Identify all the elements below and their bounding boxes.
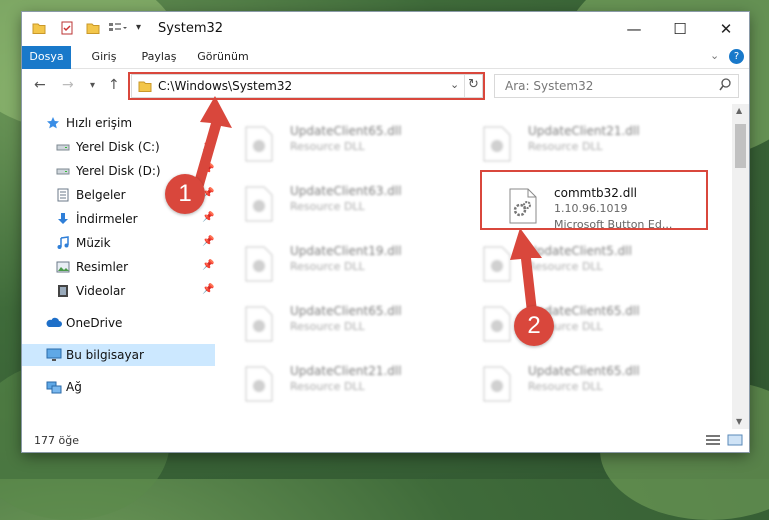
back-button[interactable]: ← bbox=[34, 77, 46, 93]
cloud-icon bbox=[46, 316, 62, 330]
pin-icon: 📌 bbox=[202, 260, 215, 271]
sidebar-item-label: Hızlı erişim bbox=[66, 116, 133, 130]
tab-home[interactable]: Giriş bbox=[82, 46, 126, 68]
vertical-scrollbar[interactable]: ▲ ▼ bbox=[732, 104, 749, 429]
recent-locations-button[interactable]: ▾ bbox=[90, 80, 95, 91]
network-icon bbox=[46, 380, 62, 394]
file-highlight bbox=[480, 170, 708, 230]
scroll-up-icon[interactable]: ▲ bbox=[736, 106, 742, 115]
sidebar-item-music[interactable]: Müzik 📌 bbox=[22, 232, 215, 254]
sidebar-item-network[interactable]: Ağ bbox=[22, 376, 215, 398]
sidebar-item-label: OneDrive bbox=[66, 316, 123, 330]
dll-file-icon bbox=[244, 306, 274, 342]
details-view-icon[interactable] bbox=[705, 434, 721, 449]
file-type: Resource DLL bbox=[290, 200, 365, 213]
dll-file-icon bbox=[244, 366, 274, 402]
sidebar-item-label: Bu bilgisayar bbox=[66, 348, 144, 362]
up-button[interactable]: ↑ bbox=[108, 77, 120, 93]
scroll-down-icon[interactable]: ▼ bbox=[736, 417, 742, 426]
customize-toolbar-icon[interactable]: ▾ bbox=[136, 22, 150, 36]
file-type: Resource DLL bbox=[290, 320, 365, 333]
sidebar-item-pictures[interactable]: Resimler 📌 bbox=[22, 256, 215, 278]
properties-icon[interactable] bbox=[60, 21, 74, 35]
sidebar-item-label: Belgeler bbox=[76, 188, 126, 202]
file-name: UpdateClient21.dll bbox=[290, 364, 402, 378]
file-type: Resource DLL bbox=[290, 140, 365, 153]
list-item[interactable]: UpdateClient65.dll Resource DLL bbox=[244, 302, 464, 350]
list-item[interactable]: UpdateClient19.dll Resource DLL bbox=[244, 242, 464, 290]
list-item[interactable]: UpdateClient65.dll Resource DLL bbox=[482, 362, 702, 410]
tab-share[interactable]: Paylaş bbox=[134, 46, 184, 68]
music-icon bbox=[56, 236, 70, 250]
computer-icon bbox=[46, 348, 62, 362]
view-options-icon[interactable] bbox=[108, 21, 127, 35]
list-item[interactable]: UpdateClient65.dll Resource DLL bbox=[244, 122, 464, 170]
file-type: Resource DLL bbox=[528, 140, 603, 153]
pin-icon: 📌 bbox=[202, 284, 215, 295]
chevron-down-icon[interactable]: ⌄ bbox=[710, 49, 719, 62]
help-icon[interactable]: ? bbox=[729, 49, 744, 64]
file-name: UpdateClient21.dll bbox=[528, 124, 640, 138]
sidebar-item-label: Yerel Disk (D:) bbox=[76, 164, 161, 178]
list-item[interactable]: UpdateClient21.dll Resource DLL bbox=[482, 122, 702, 170]
search-box[interactable]: Ara: System32 bbox=[494, 74, 739, 98]
pin-icon: 📌 bbox=[202, 212, 215, 223]
title-bar: ▾ System32 — ☐ ✕ bbox=[22, 12, 749, 46]
file-name: UpdateClient65.dll bbox=[528, 364, 640, 378]
search-icon[interactable] bbox=[719, 78, 732, 94]
search-input[interactable]: Ara: System32 bbox=[505, 79, 593, 93]
maximize-button[interactable]: ☐ bbox=[657, 12, 703, 46]
window-title: System32 bbox=[158, 21, 224, 36]
step-badge-1: 1 bbox=[165, 174, 205, 214]
file-list: UpdateClient65.dll Resource DLL UpdateCl… bbox=[216, 104, 732, 429]
sidebar-item-videos[interactable]: Videolar 📌 bbox=[22, 280, 215, 302]
sidebar-item-label: İndirmeler bbox=[76, 212, 138, 226]
sidebar-item-onedrive[interactable]: OneDrive bbox=[22, 312, 215, 334]
pictures-icon bbox=[56, 260, 70, 274]
sidebar-item-label: Müzik bbox=[76, 236, 111, 250]
video-icon bbox=[56, 284, 70, 298]
dll-file-icon bbox=[482, 366, 512, 402]
dll-file-icon bbox=[244, 126, 274, 162]
star-icon bbox=[46, 116, 60, 130]
item-count: 177 öğe bbox=[34, 434, 79, 447]
scrollbar-thumb[interactable] bbox=[735, 124, 746, 168]
documents-icon bbox=[56, 188, 70, 202]
file-name: UpdateClient63.dll bbox=[290, 184, 402, 198]
drive-icon bbox=[56, 164, 70, 178]
dll-file-icon bbox=[244, 246, 274, 282]
step-badge-2: 2 bbox=[514, 306, 554, 346]
sidebar-item-this-pc[interactable]: Bu bilgisayar bbox=[22, 344, 215, 366]
dll-file-icon bbox=[244, 186, 274, 222]
download-icon bbox=[56, 212, 70, 226]
sidebar-item-label: Resimler bbox=[76, 260, 129, 274]
file-type: Resource DLL bbox=[528, 380, 603, 393]
close-button[interactable]: ✕ bbox=[703, 12, 749, 46]
file-name: UpdateClient65.dll bbox=[290, 304, 402, 318]
sidebar-item-label: Yerel Disk (C:) bbox=[76, 140, 160, 154]
forward-button[interactable]: → bbox=[62, 77, 74, 93]
ribbon: Dosya Giriş Paylaş Görünüm ⌄ ? bbox=[22, 46, 749, 94]
minimize-button[interactable]: — bbox=[611, 12, 657, 46]
pin-icon: 📌 bbox=[202, 236, 215, 247]
list-item[interactable]: UpdateClient63.dll Resource DLL bbox=[244, 182, 464, 230]
file-type: Resource DLL bbox=[290, 260, 365, 273]
drive-icon bbox=[56, 140, 70, 154]
file-name: UpdateClient19.dll bbox=[290, 244, 402, 258]
file-name: UpdateClient65.dll bbox=[290, 124, 402, 138]
sidebar-item-label: Videolar bbox=[76, 284, 126, 298]
dll-file-icon bbox=[482, 126, 512, 162]
status-bar: 177 öğe bbox=[22, 429, 749, 452]
list-item[interactable]: UpdateClient21.dll Resource DLL bbox=[244, 362, 464, 410]
sidebar-item-label: Ağ bbox=[66, 380, 82, 394]
folder-icon[interactable] bbox=[32, 21, 46, 35]
tab-view[interactable]: Görünüm bbox=[192, 46, 254, 68]
file-type: Resource DLL bbox=[290, 380, 365, 393]
new-folder-icon[interactable] bbox=[86, 21, 100, 35]
large-icons-view-icon[interactable] bbox=[727, 434, 743, 449]
